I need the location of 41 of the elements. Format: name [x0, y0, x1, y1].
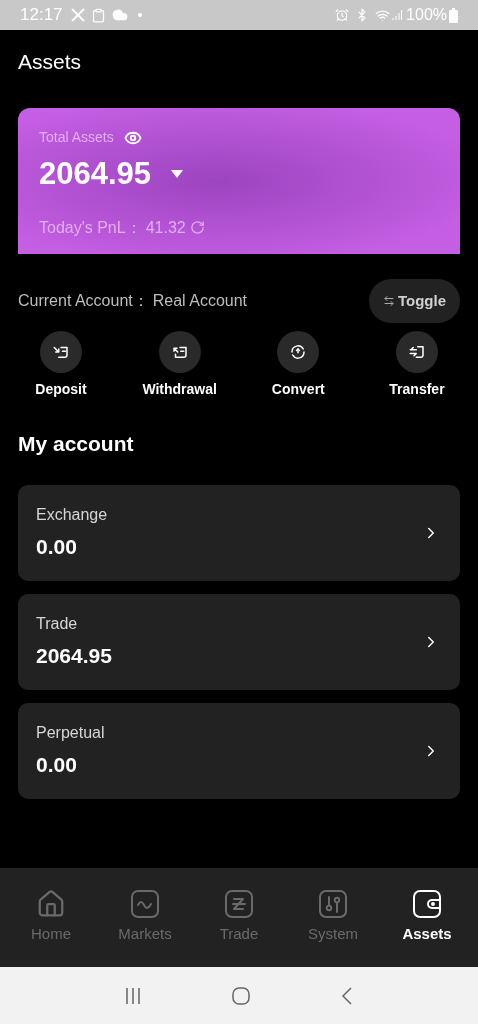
clipboard-icon [90, 7, 106, 23]
back-icon[interactable] [339, 985, 354, 1006]
action-button[interactable]: Transfer [371, 331, 462, 400]
account-card[interactable]: Perpetual 0.00 [18, 702, 460, 799]
swap-icon [382, 295, 395, 307]
account-name: Perpetual [36, 722, 106, 743]
account-balance: 0.00 [36, 751, 78, 778]
total-assets-value: 2064.95 [39, 155, 152, 193]
recent-apps-icon[interactable] [124, 986, 143, 1005]
sliders-square-icon [318, 889, 348, 920]
action-button[interactable]: Withdrawal [134, 331, 225, 400]
action-button[interactable]: Convert [253, 331, 344, 400]
cloud-icon [111, 7, 128, 23]
action-button[interactable]: Deposit [16, 331, 106, 400]
section-title: My account [18, 431, 135, 457]
pnl-label: Today's PnL： [39, 217, 142, 238]
account-card[interactable]: Exchange 0.00 [18, 484, 460, 581]
z-square-icon [224, 889, 254, 920]
account-name: Trade [36, 613, 79, 634]
arrows-tray-icon [407, 343, 426, 361]
current-account-label: Current Account： [18, 291, 149, 311]
account-card[interactable]: Trade 2064.95 [18, 593, 460, 690]
alarm-icon [335, 8, 350, 22]
current-account-value: Real Account [152, 291, 247, 311]
page-title: Assets [18, 49, 83, 75]
wifi-icon [375, 7, 391, 23]
chart-square-icon [130, 889, 160, 920]
circle-arrow-icon [289, 343, 308, 361]
home-button-icon[interactable] [231, 985, 251, 1006]
pnl-value: 41.32 [145, 217, 186, 238]
toggle-button[interactable]: Toggle [368, 279, 460, 323]
wallet-icon [412, 889, 442, 920]
caret-down-icon[interactable] [171, 170, 184, 179]
total-assets-label: Total Assets [39, 128, 114, 147]
signal-icon [392, 9, 403, 21]
x-icon [70, 8, 85, 22]
battery-icon [449, 7, 458, 23]
account-name: Exchange [36, 504, 109, 525]
account-balance: 2064.95 [36, 642, 113, 669]
nav-tab[interactable]: Assets [382, 889, 472, 946]
account-balance: 0.00 [36, 533, 78, 560]
